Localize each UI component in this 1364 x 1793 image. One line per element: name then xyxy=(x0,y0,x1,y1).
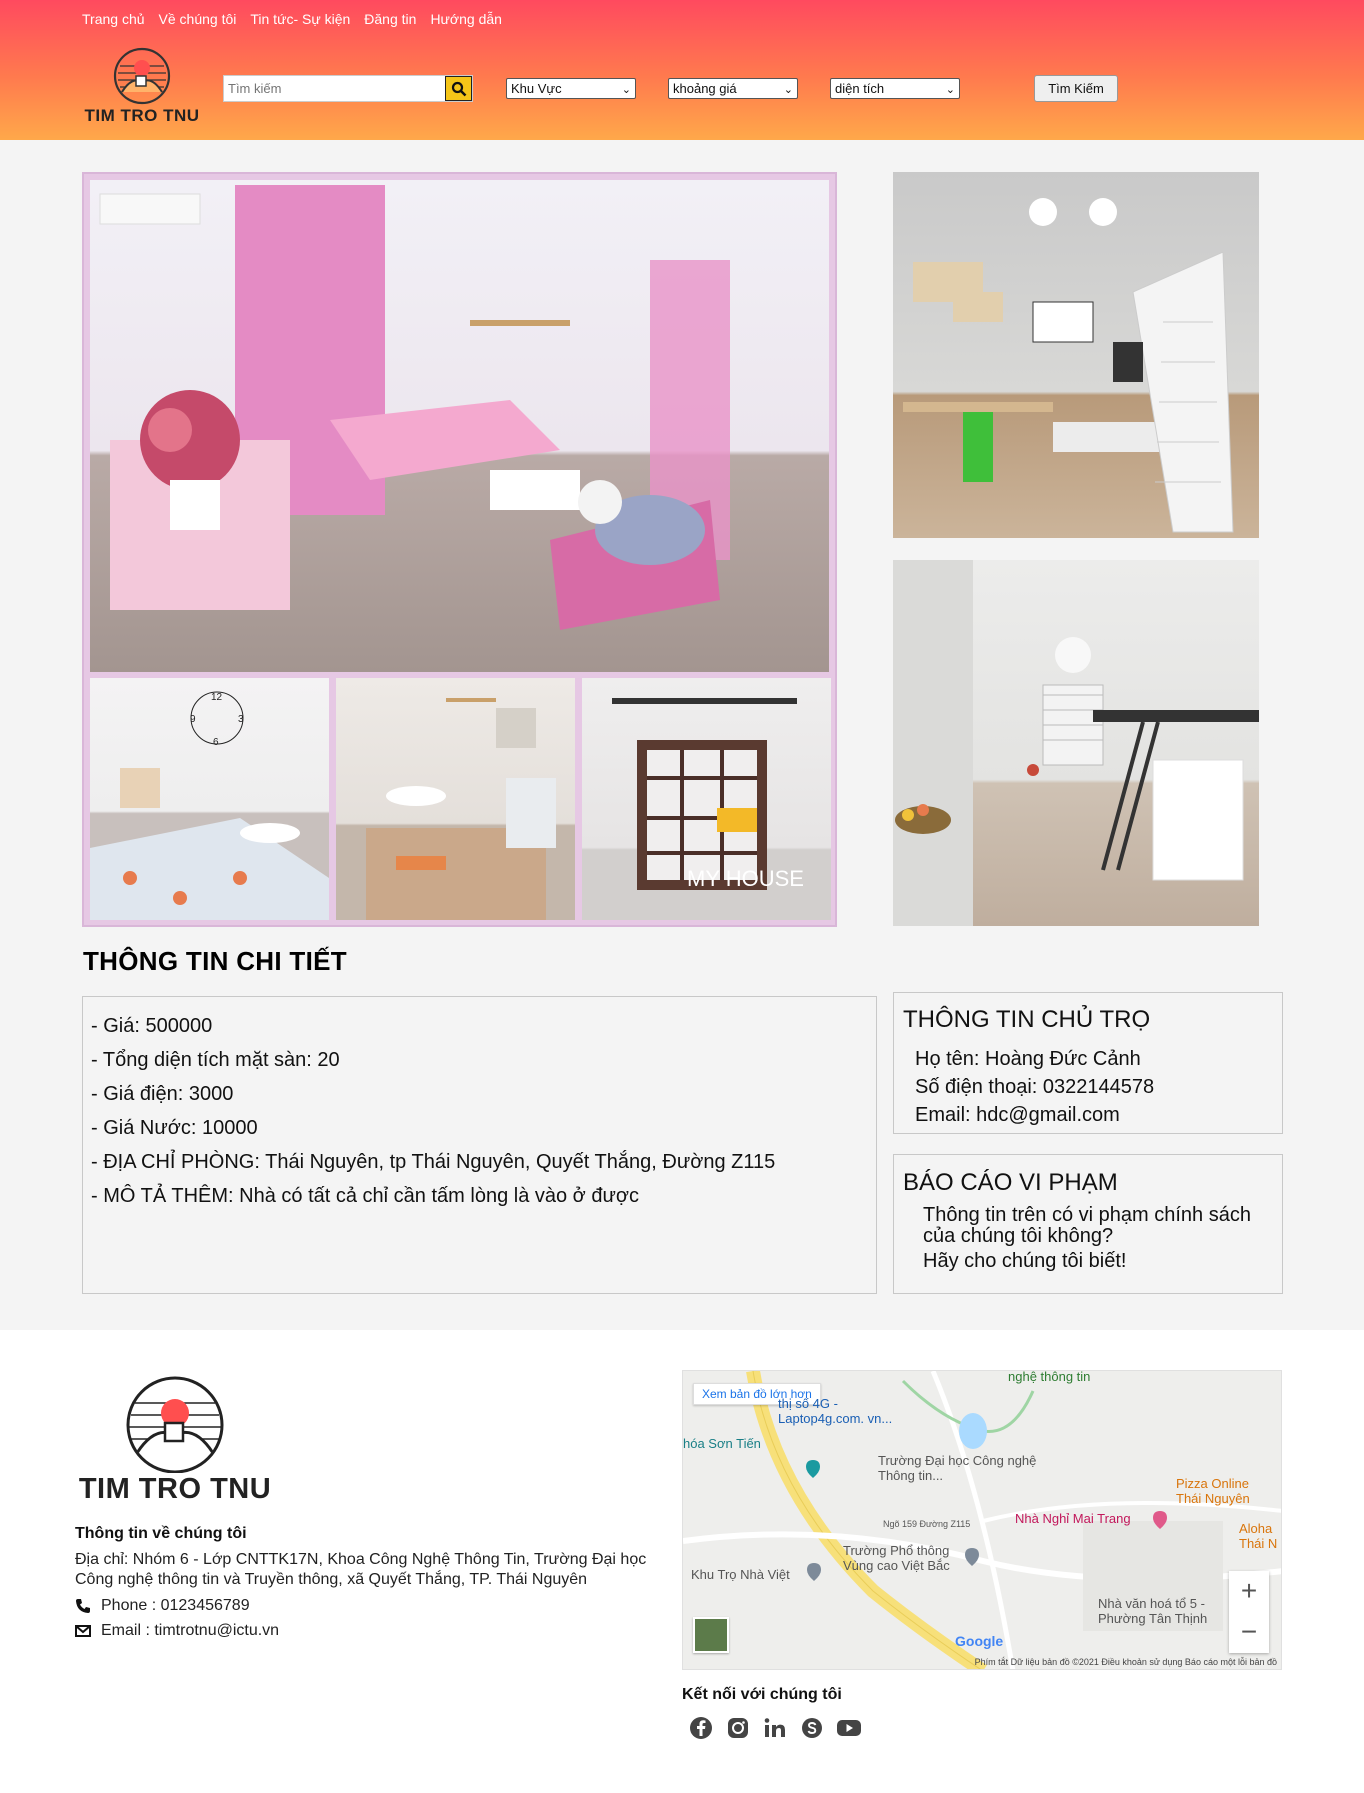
chevron-down-icon: ⌄ xyxy=(783,84,793,96)
area-select[interactable]: Khu Vực ⌄ xyxy=(506,78,636,99)
svg-text:6: 6 xyxy=(213,737,219,748)
footer-address: Địa chỉ: Nhóm 6 - Lớp CNTTK17N, Khoa Côn… xyxy=(75,1551,647,1588)
chevron-down-icon: ⌄ xyxy=(945,84,955,96)
footer-email-text[interactable]: Email : timtrotnu@ictu.vn xyxy=(101,1622,279,1640)
svg-text:3: 3 xyxy=(238,714,244,725)
map-pin-icon xyxy=(806,1460,820,1478)
map-label: Pizza Online Thái Nguyên xyxy=(1176,1476,1250,1506)
map-label: Nhà Nghỉ Mai Trang xyxy=(1015,1511,1131,1526)
nav-post[interactable]: Đăng tin xyxy=(364,11,416,27)
top-nav: Trang chủ Về chúng tôi Tin tức- Sự kiện … xyxy=(82,11,502,27)
linkedin-icon[interactable] xyxy=(762,1715,788,1741)
detail-area: - Tổng diện tích mặt sàn: 20 xyxy=(91,1049,340,1071)
detail-price: - Giá: 500000 xyxy=(91,1015,213,1037)
nav-about[interactable]: Về chúng tôi xyxy=(159,11,237,27)
find-button[interactable]: Tìm Kiếm xyxy=(1034,75,1118,102)
phone-icon xyxy=(76,1599,90,1613)
detail-title: THÔNG TIN CHI TIẾT xyxy=(83,946,347,976)
footer-about-title: Thông tin về chúng tôi xyxy=(75,1525,247,1542)
room-photo-bedroom xyxy=(90,180,829,672)
price-select[interactable]: khoảng giá ⌄ xyxy=(668,78,798,99)
room-photo-4: MY HOUSE xyxy=(582,678,831,920)
svg-text:12: 12 xyxy=(211,692,223,703)
chevron-down-icon: ⌄ xyxy=(621,84,631,96)
report-question: Thông tin trên có vi phạm chính sách của… xyxy=(923,1204,1251,1247)
owner-info-box: THÔNG TIN CHỦ TRỌ Họ tên: Hoàng Đức Cảnh… xyxy=(893,992,1283,1134)
map-label: nghệ thông tin xyxy=(1008,1370,1091,1384)
footer-logo[interactable]: TIM TRO TNU xyxy=(75,1373,275,1513)
size-select[interactable]: diện tích ⌄ xyxy=(830,78,960,99)
map-footer-text: Phím tắt Dữ liệu bản đồ ©2021 Điều khoản… xyxy=(974,1657,1277,1667)
search-input[interactable] xyxy=(224,76,444,101)
report-box[interactable]: BÁO CÁO VI PHẠM Thông tin trên có vi phạ… xyxy=(893,1154,1283,1294)
site-header: Trang chủ Về chúng tôi Tin tức- Sự kiện … xyxy=(0,0,1364,140)
footer-email: Email : timtrotnu@ictu.vn xyxy=(75,1622,279,1640)
google-logo: Google xyxy=(955,1633,1004,1649)
owner-email: Email: hdc@gmail.com xyxy=(915,1104,1120,1126)
map-label: Trường Phổ thông Vùng cao Việt Bắc xyxy=(843,1543,950,1573)
footer-logo-text: TIM TRO TNU xyxy=(78,1473,272,1505)
social-links xyxy=(688,1715,862,1741)
footer-phone: Phone : 0123456789 xyxy=(75,1597,250,1615)
detail-electric-price: - Giá điện: 3000 xyxy=(91,1083,234,1105)
detail-water-price: - Giá Nước: 10000 xyxy=(91,1117,258,1139)
map-satellite-toggle[interactable] xyxy=(693,1617,729,1653)
map-pin-icon xyxy=(1153,1511,1167,1529)
owner-title: THÔNG TIN CHỦ TRỌ xyxy=(903,1006,1151,1033)
nav-home[interactable]: Trang chủ xyxy=(82,11,145,27)
zoom-out-button[interactable]: − xyxy=(1229,1612,1269,1653)
instagram-icon[interactable] xyxy=(725,1715,751,1741)
price-select-value: khoảng giá xyxy=(673,81,737,96)
site-logo[interactable]: TIM TRO TNU xyxy=(80,46,204,132)
nav-news[interactable]: Tin tức- Sự kiện xyxy=(250,11,350,27)
logo-emblem-icon xyxy=(126,1376,224,1474)
facebook-icon[interactable] xyxy=(688,1715,714,1741)
embedded-map[interactable]: Xem bản đồ lớn hơn nghệ thông tin thị số… xyxy=(682,1370,1282,1670)
search-box xyxy=(223,75,473,102)
owner-phone: Số điện thoại: 0322144578 xyxy=(915,1076,1155,1098)
map-label: Nhà văn hoá tổ 5 - Phường Tân Thịnh xyxy=(1098,1596,1208,1626)
main-content: 12 9 3 6 MY HOUSE THÔNG TIN CHI TIẾT - G… xyxy=(0,140,1364,1330)
zoom-in-button[interactable]: + xyxy=(1229,1571,1269,1612)
room-photo-3 xyxy=(336,678,575,920)
room-photo-collage[interactable]: 12 9 3 6 MY HOUSE xyxy=(82,172,837,927)
map-label: Aloha Thái N xyxy=(1239,1521,1278,1551)
map-label: hóa Sơn Tiến xyxy=(683,1436,761,1451)
map-label: Trường Đại học Công nghệ Thông tin... xyxy=(878,1453,1037,1483)
map-label: Ngõ 159 Đường Z115 xyxy=(883,1519,971,1529)
watermark-text: MY HOUSE xyxy=(687,866,804,891)
search-button[interactable] xyxy=(445,76,472,101)
owner-name: Họ tên: Hoàng Đức Cảnh xyxy=(915,1048,1141,1070)
detail-address: - ĐỊA CHỈ PHÒNG: Thái Nguyên, tp Thái Ng… xyxy=(91,1151,776,1173)
room-photo-loft-2[interactable] xyxy=(893,560,1259,926)
detail-box: - Giá: 500000 - Tổng diện tích mặt sàn: … xyxy=(82,996,877,1294)
detail-description: - MÔ TẢ THÊM: Nhà có tất cả chỉ cần tấm … xyxy=(91,1185,639,1207)
logo-text: TIM TRO TNU xyxy=(84,106,200,125)
footer-phone-text: Phone : 0123456789 xyxy=(101,1597,250,1614)
map-label: thị số 4G - Laptop4g.com. vn... xyxy=(778,1396,893,1426)
area-select-value: Khu Vực xyxy=(511,81,562,96)
report-cta[interactable]: Hãy cho chúng tôi biết! xyxy=(923,1251,1263,1272)
nav-guide[interactable]: Hướng dẫn xyxy=(430,11,501,27)
youtube-icon[interactable] xyxy=(836,1715,862,1741)
map-label: Khu Trọ Nhà Việt xyxy=(691,1567,790,1582)
logo-emblem-icon xyxy=(113,47,171,105)
report-title: BÁO CÁO VI PHẠM xyxy=(903,1169,1118,1196)
map-zoom-controls: + − xyxy=(1229,1571,1269,1653)
site-footer: TIM TRO TNU Thông tin về chúng tôi Địa c… xyxy=(0,1330,1364,1793)
svg-text:9: 9 xyxy=(190,714,196,725)
envelope-icon xyxy=(75,1625,91,1637)
room-photo-loft-1[interactable] xyxy=(893,172,1259,538)
room-photo-2: 12 9 3 6 xyxy=(90,678,329,920)
size-select-value: diện tích xyxy=(835,81,885,96)
map-pin-icon xyxy=(807,1563,821,1581)
map-pin-icon xyxy=(965,1548,979,1566)
footer-connect-title: Kết nối với chúng tôi xyxy=(682,1686,842,1703)
search-icon xyxy=(451,81,466,96)
skype-icon[interactable] xyxy=(799,1715,825,1741)
